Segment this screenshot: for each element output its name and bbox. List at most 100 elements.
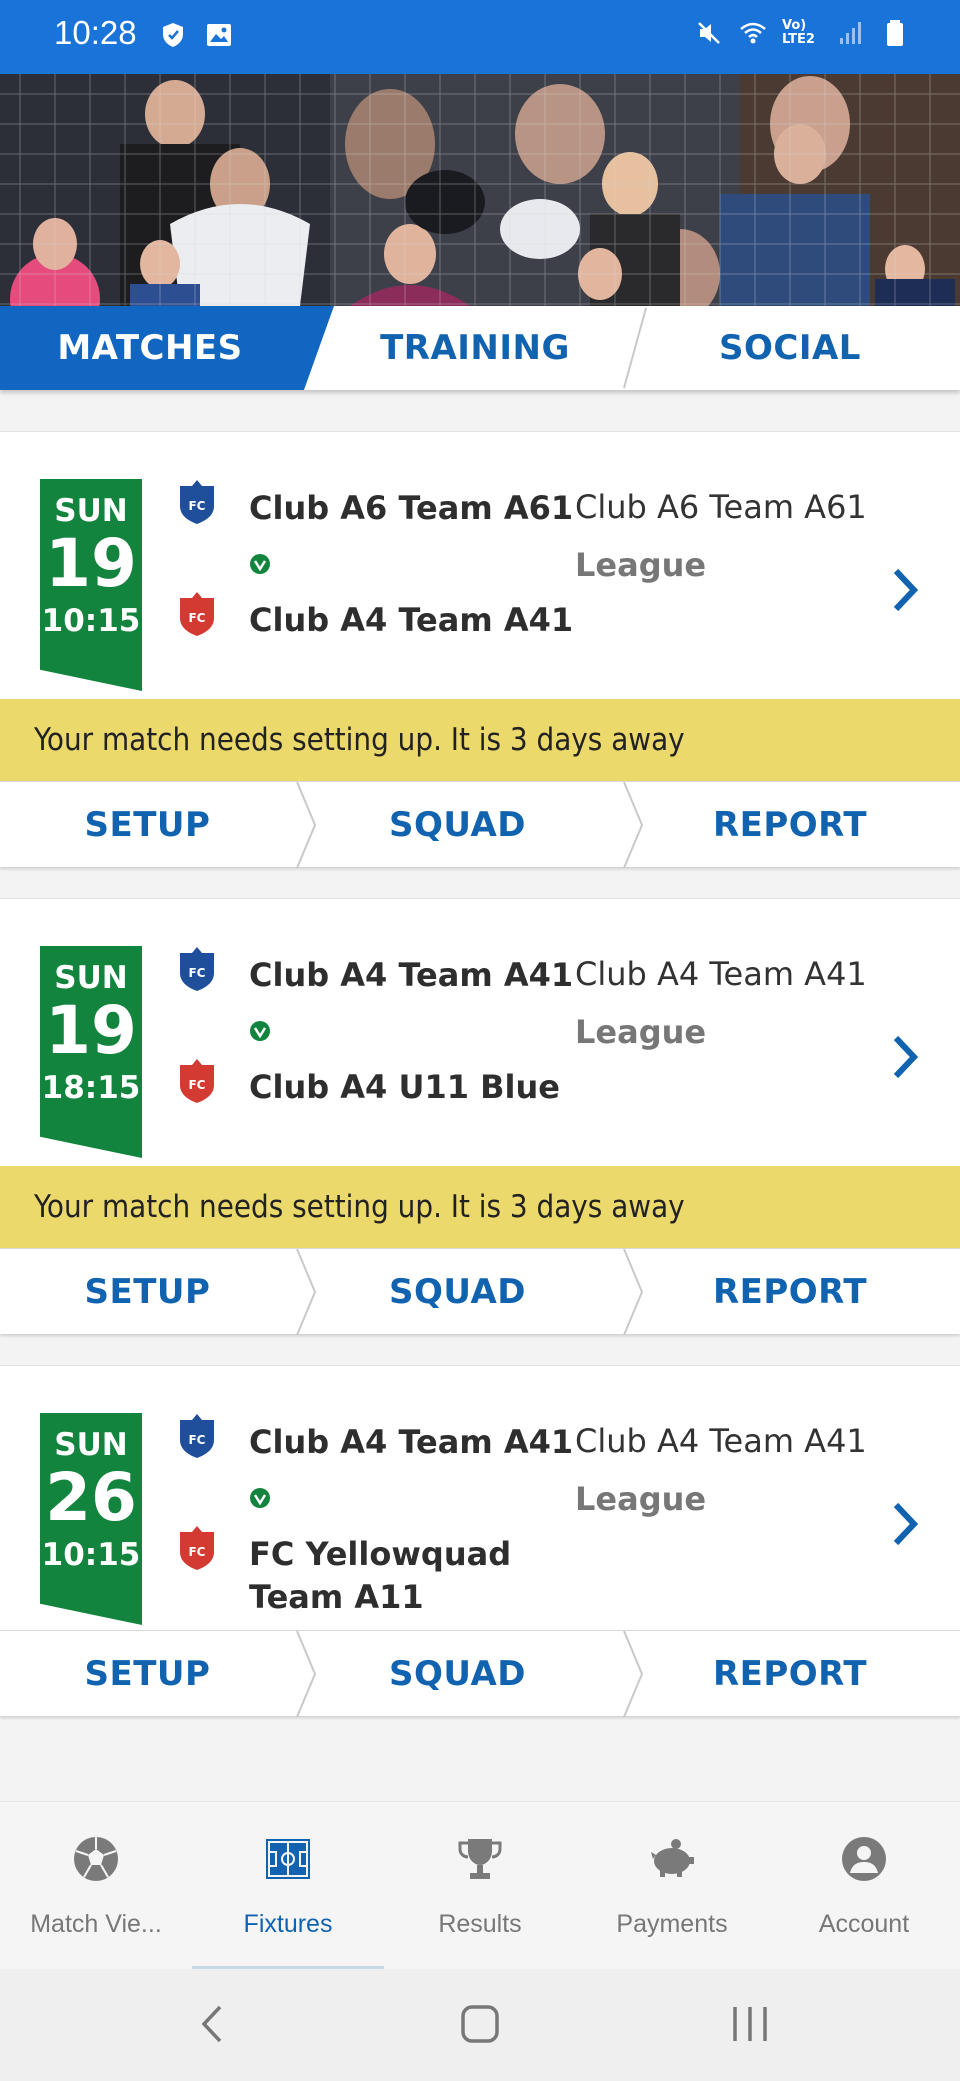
day-number: 19 [45,525,137,602]
shield-icon [163,23,183,47]
venue-name: Club A6 Team A61 [575,488,867,526]
report-button[interactable]: REPORT [650,1631,930,1717]
nav-payments[interactable]: Payments [576,1802,768,1970]
fixture-actions: SETUP SQUAD REPORT [0,1630,960,1717]
nav-account-label: Account [818,1910,910,1938]
fixture-actions: SETUP SQUAD REPORT [0,781,960,868]
svg-text:FC: FC [188,1078,205,1092]
kickoff-time: 18:15 [41,1070,141,1106]
away-crest-icon: FC [180,1526,214,1570]
away-crest-icon: FC [180,592,214,636]
back-icon[interactable] [188,1999,238,2049]
squad-label: SQUAD [389,805,526,845]
date-badge: SUN 19 18:15 [40,946,142,1158]
tab-social[interactable]: SOCIAL [650,306,930,390]
tab-matches-label: MATCHES [57,328,243,368]
versus-icon [250,1021,270,1041]
versus-icon [250,1488,270,1508]
setup-button[interactable]: SETUP [0,1631,295,1717]
fixture-card[interactable]: SUN 19 18:15 FC Club A4 Team A41 FC Club… [0,898,960,1166]
pitch-icon [266,1839,310,1879]
status-bar: 10:28 Vo) LTE2 [0,0,960,74]
setup-label: SETUP [84,1272,211,1312]
competition-name: League [575,546,707,584]
squad-button[interactable]: SQUAD [320,782,595,868]
nav-match-view[interactable]: Match Vie... [0,1802,192,1970]
squad-label: SQUAD [389,1272,526,1312]
squad-label: SQUAD [389,1654,526,1694]
tab-training[interactable]: TRAINING [320,306,630,390]
tab-social-label: SOCIAL [719,328,861,368]
chevron-right-icon[interactable] [890,567,920,613]
action-divider [623,1631,644,1717]
system-navigation-bar [0,1969,960,2081]
gallery-icon [207,24,231,46]
tab-matches[interactable]: MATCHES [0,306,300,390]
action-divider [296,782,317,868]
away-team-name: Club A4 U11 Blue [249,1068,560,1106]
svg-text:FC: FC [188,966,205,980]
home-team-name: Club A4 Team A41 [249,956,574,994]
signal-icon [840,22,861,44]
battery-icon [887,20,903,46]
versus-icon [250,554,270,574]
setup-notice[interactable]: Your match needs setting up. It is 3 day… [0,1166,960,1248]
wifi-icon [740,22,766,44]
setup-notice[interactable]: Your match needs setting up. It is 3 day… [0,699,960,781]
away-team-name: Club A4 Team A41 [249,601,574,639]
svg-text:FC: FC [188,1433,205,1447]
home-crest-icon: FC [180,480,214,524]
competition-name: League [575,1013,707,1051]
away-team-name-line2: Team A11 [249,1578,424,1616]
piggy-bank-icon [651,1839,694,1877]
nav-results-label: Results [438,1910,522,1938]
home-crest-icon: FC [180,1414,214,1458]
squad-button[interactable]: SQUAD [320,1631,595,1717]
report-label: REPORT [712,1654,868,1694]
svg-text:FC: FC [188,1545,205,1559]
bottom-navigation: Match Vie... Fixtures Results Payments A… [0,1801,960,1970]
venue-name: Club A4 Team A41 [575,955,867,993]
home-team-name: Club A4 Team A41 [249,1423,574,1461]
setup-button[interactable]: SETUP [0,782,295,868]
setup-button[interactable]: SETUP [0,1249,295,1335]
fixture-card[interactable]: SUN 19 10:15 FC Club A6 Team A61 FC Club… [0,431,960,699]
chevron-right-icon[interactable] [890,1034,920,1080]
action-divider [623,782,644,868]
account-icon [842,1837,886,1881]
away-crest-icon: FC [180,1059,214,1103]
fixture-actions: SETUP SQUAD REPORT [0,1248,960,1335]
date-badge: SUN 26 10:15 [40,1413,142,1625]
nav-payments-label: Payments [616,1910,728,1938]
report-label: REPORT [712,1272,868,1312]
competition-name: League [575,1480,707,1518]
kickoff-time: 10:15 [41,1537,141,1573]
fixture-card[interactable]: SUN 26 10:15 FC Club A4 Team A41 FC FC Y… [0,1365,960,1630]
action-divider [296,1249,317,1335]
squad-button[interactable]: SQUAD [320,1249,595,1335]
status-time: 10:28 [54,14,137,51]
football-icon [74,1837,118,1881]
nav-match-view-label: Match Vie... [30,1910,162,1938]
day-of-week: SUN [54,1427,128,1463]
nav-account[interactable]: Account [768,1802,960,1970]
recent-apps-icon[interactable] [725,1999,775,2049]
hero-banner-image [0,74,960,306]
home-icon[interactable] [455,1999,505,2049]
setup-label: SETUP [84,805,211,845]
top-tab-bar: MATCHES TRAINING SOCIAL [0,306,960,390]
nav-fixtures[interactable]: Fixtures [192,1802,384,1970]
mute-icon [698,22,720,44]
day-of-week: SUN [54,493,128,529]
report-label: REPORT [712,805,868,845]
day-number: 19 [45,992,137,1069]
report-button[interactable]: REPORT [650,1249,930,1335]
away-team-name-line1: FC Yellowquad [249,1535,512,1573]
trophy-icon [458,1839,502,1879]
nav-results[interactable]: Results [384,1802,576,1970]
report-button[interactable]: REPORT [650,782,930,868]
svg-text:FC: FC [188,611,205,625]
chevron-right-icon[interactable] [890,1501,920,1547]
home-team-name: Club A6 Team A61 [249,489,574,527]
home-crest-icon: FC [180,947,214,991]
